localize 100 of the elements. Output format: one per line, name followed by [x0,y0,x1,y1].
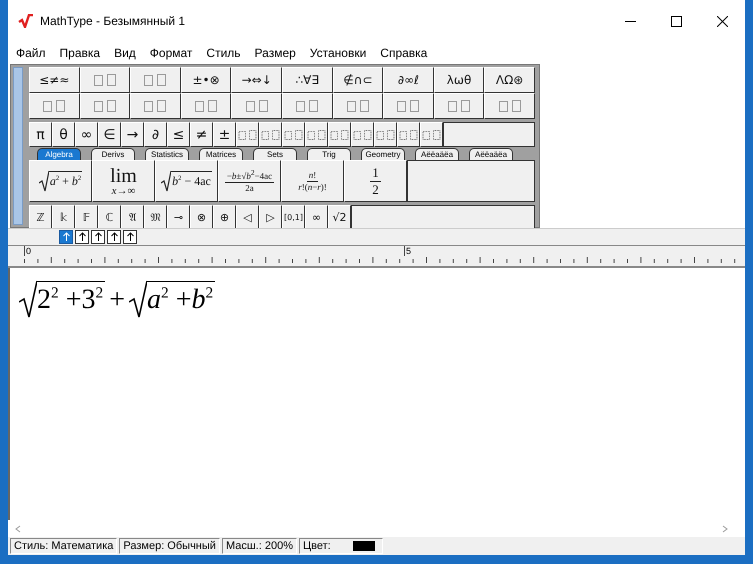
menu-item[interactable]: Размер [254,46,304,60]
symbol-palette-button[interactable]: 𝔐 [144,205,167,230]
symbol-palette-button[interactable]: √2 [328,205,351,230]
math-expression: a$^{2}$ + b$^{2}$ [48,171,82,189]
symbol-palette-button[interactable]: ▷ [259,205,282,230]
palette-tab[interactable]: Aëëaäëa [469,148,513,160]
template-slots-icon [294,99,320,113]
palette-tab[interactable]: Aëëaäëa [415,148,459,160]
template-slots-icon [306,128,327,142]
symbol-palette-button[interactable]: ∂ [144,122,167,147]
template-palette-button[interactable] [282,93,333,119]
template-palette-button[interactable] [397,122,420,147]
symbol-palette-button[interactable]: ≤ [167,122,190,147]
radical-sign-icon [161,170,172,192]
symbol-palette-button[interactable]: λωθ [434,67,484,93]
template-palette-button[interactable]: a$^{2}$ + b$^{2}$ [29,160,92,202]
symbol-palette-button[interactable]: ∴∀∃ [282,67,333,93]
menu-item[interactable]: Стиль [206,46,249,60]
template-palette-button[interactable]: n! r!(n−r)! [281,160,344,202]
template-slots-icon [352,128,373,142]
palette-tab[interactable]: Matrices [199,148,243,160]
status-field: Стиль: Математика [10,538,118,554]
template-slots-icon [92,73,118,87]
symbol-palette-button[interactable]: ≤≠≈ [29,67,80,93]
symbol-palette-button[interactable]: 𝔄 [121,205,144,230]
template-slots-icon [142,73,168,87]
template-palette-button[interactable] [231,93,282,119]
radical-sign-icon [19,280,37,318]
menu-item[interactable]: Правка [60,46,108,60]
up-arrow-icon [126,232,134,242]
symbol-palette-button[interactable]: ∈ [98,122,121,147]
nudge-button[interactable] [107,230,121,244]
template-palette-button[interactable]: b$^{2}$ − 4ac [155,160,218,202]
symbol-palette-button[interactable]: →⇔↓ [231,67,282,93]
template-palette-button[interactable] [374,122,397,147]
symbol-palette-button[interactable]: ΛΩ⊛ [484,67,535,93]
symbol-palette-button[interactable]: ≠ [190,122,213,147]
nudge-button[interactable] [75,230,89,244]
template-palette-button[interactable] [80,67,130,93]
template-palette-button[interactable] [420,122,443,147]
palette-tab[interactable]: Statistics [145,148,189,160]
template-slots-icon [421,128,442,142]
template-palette-button[interactable] [180,93,232,119]
palette-tab[interactable]: Sets [253,148,297,160]
symbol-palette-button[interactable]: ∉∩⊂ [332,67,384,93]
template-palette-button[interactable] [434,93,484,119]
template-palette-button[interactable] [351,122,374,147]
palette-tab[interactable]: Derivs [91,148,135,160]
template-palette-button[interactable] [29,93,80,119]
template-palette-button[interactable] [484,93,535,119]
symbol-palette-button[interactable]: → [121,122,144,147]
nudge-button[interactable] [59,230,73,244]
nudge-button[interactable] [123,230,137,244]
palette-tab[interactable]: Trig [307,148,351,160]
template-palette-button[interactable] [80,93,130,119]
template-palette-button[interactable] [328,122,351,147]
plus-operator: + [109,284,125,316]
template-palette-button[interactable]: 1 2 [344,160,407,202]
symbol-palette-button[interactable]: ℂ [98,205,121,230]
symbol-palette-button[interactable]: [0,1] [282,205,305,230]
palette-tab[interactable]: Algebra [37,148,81,160]
symbol-palette-button[interactable]: ⊗ [190,205,213,230]
template-palette-button[interactable]: lim x→∞ [92,160,155,202]
template-palette-button[interactable] [130,67,181,93]
symbol-palette-button[interactable]: ∞ [305,205,328,230]
menu-item[interactable]: Файл [16,46,54,60]
symbol-palette-button[interactable]: π [29,122,52,147]
symbol-palette-button[interactable]: 𝔽 [75,205,98,230]
symbol-palette-button[interactable]: ± [213,122,236,147]
symbol-palette-button[interactable]: θ [52,122,75,147]
menu-item[interactable]: Установки [310,46,374,60]
template-palette-button[interactable] [282,122,305,147]
nudge-button[interactable] [91,230,105,244]
limit-subscript: x→∞ [112,186,136,196]
symbol-palette-button[interactable]: ∂∞ℓ [383,67,434,93]
template-slots-icon [395,99,422,113]
symbol-palette-button[interactable]: ∞ [75,122,98,147]
template-slots-icon [237,128,258,142]
menu-item[interactable]: Формат [150,46,200,60]
template-palette-button[interactable] [130,93,181,119]
symbol-palette-button[interactable]: ±•⊗ [180,67,232,93]
symbol-palette-button[interactable]: 𝕜 [52,205,75,230]
maximize-icon [670,16,682,26]
palette-tab[interactable]: Geometry [361,148,405,160]
menu-item[interactable]: Вид [114,46,144,60]
scroll-right-icon[interactable] [721,524,729,532]
close-icon [716,16,728,26]
symbol-palette-button[interactable]: ℤ [29,205,52,230]
template-palette-button[interactable] [236,122,259,147]
template-palette-button[interactable]: −b±√b$^{2}$−4ac 2a [218,160,281,202]
template-palette-button[interactable] [383,93,434,119]
symbol-palette-button[interactable]: ⊕ [213,205,236,230]
scroll-left-icon[interactable] [14,524,22,532]
template-palette-button[interactable] [305,122,328,147]
symbol-palette-button[interactable]: ⊸ [167,205,190,230]
symbol-palette-button[interactable]: ◁ [236,205,259,230]
toolbar-grip[interactable] [13,67,23,225]
template-palette-button[interactable] [259,122,282,147]
template-palette-button[interactable] [332,93,384,119]
menu-item[interactable]: Справка [380,46,436,60]
